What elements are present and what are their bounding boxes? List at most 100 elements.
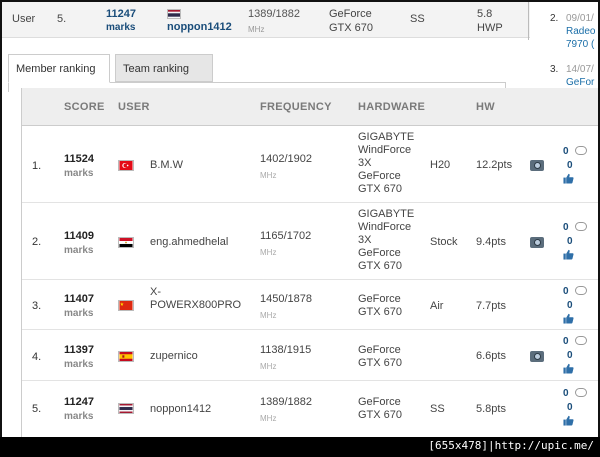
hardware-line: GeForce — [358, 247, 401, 259]
side-link[interactable]: Radeo — [566, 25, 595, 38]
egypt-flag-icon — [118, 237, 134, 248]
score[interactable]: 11247 — [64, 396, 94, 409]
side-rank: 2. — [550, 13, 559, 24]
comment-icon[interactable] — [575, 336, 587, 346]
hardware-cell: GeForce GTX 670 — [358, 344, 424, 370]
thumbs-up-icon[interactable] — [563, 173, 575, 184]
rank: 1. — [32, 160, 42, 172]
hardware-line: GTX 670 — [329, 22, 374, 34]
marks-label: marks — [64, 359, 94, 370]
hardware-line: GeForce — [358, 396, 401, 408]
tab-team-ranking[interactable]: Team ranking — [115, 54, 213, 82]
marks-label: marks — [64, 308, 94, 319]
cooling: SS — [410, 13, 425, 25]
column-header-score[interactable]: SCORE — [64, 101, 105, 113]
comment-icon[interactable] — [575, 286, 587, 296]
like-count: 0 — [567, 236, 573, 247]
score[interactable]: 11397 — [64, 344, 94, 357]
hwp-unit: HWP — [477, 22, 503, 34]
cooling: SS — [430, 403, 445, 415]
ranking-table: SCORE USER FREQUENCY HARDWARE HW 1. 1152… — [21, 88, 600, 437]
user-link[interactable]: eng.ahmedhelal — [150, 236, 228, 249]
frequency: 1402/1902 — [260, 153, 312, 165]
points: 12.2pts — [476, 159, 513, 171]
side-date: 14/07/ — [566, 64, 594, 75]
score[interactable]: 11524 — [64, 153, 94, 166]
marks-label: marks — [64, 245, 94, 256]
mhz-unit: MHz — [260, 248, 277, 257]
comment-icon[interactable] — [575, 388, 587, 398]
side-date: 09/01/ — [566, 13, 594, 24]
tab-member-ranking[interactable]: Member ranking — [8, 54, 110, 83]
thumbs-up-icon[interactable] — [563, 249, 575, 260]
like-count: 0 — [567, 402, 573, 413]
column-header-hardware[interactable]: HARDWARE — [358, 101, 425, 113]
comment-icon[interactable] — [575, 222, 587, 232]
mhz-unit: MHz — [260, 414, 277, 423]
points: 5.8pts — [476, 403, 506, 415]
china-flag-icon — [118, 300, 134, 311]
table-row: 2. 11409 marks eng.ahmedhelal 1165/1702 … — [22, 203, 600, 280]
hardware-line: GTX 670 — [358, 409, 403, 421]
rank: 3. — [32, 300, 42, 312]
comment-count: 0 — [563, 388, 569, 399]
points: 9.4pts — [476, 236, 506, 248]
marks-label: marks — [64, 168, 94, 179]
watermark: [655x478]|http://upic.me/ — [428, 439, 594, 452]
hardware-line: GeForce — [329, 8, 372, 20]
marks-label: marks — [64, 411, 94, 422]
cooling: Stock — [430, 236, 458, 248]
side-ranking-panel: 2. 09/01/ Radeo 7970 ( 3. 14/07/ GeFor — [534, 2, 598, 92]
like-count: 0 — [567, 160, 573, 171]
score[interactable]: 11407 — [64, 293, 94, 306]
thumbs-up-icon[interactable] — [563, 313, 575, 324]
hardware-line: GTX 670 — [358, 357, 403, 369]
marks-label: marks — [106, 22, 136, 33]
mhz-unit: MHz — [248, 25, 265, 34]
hardware-line: WindForce — [358, 221, 412, 233]
frequency: 1389/1882 — [260, 396, 312, 408]
rank: 2. — [32, 236, 42, 248]
rank: 5. — [57, 13, 67, 25]
hardware-line: WindForce — [358, 144, 412, 156]
comment-count: 0 — [563, 286, 569, 297]
comment-count: 0 — [563, 336, 569, 347]
user-link[interactable]: B.M.W — [150, 159, 183, 172]
user-link[interactable]: X- POWERX800PRO — [150, 286, 241, 312]
side-link[interactable]: 7970 ( — [566, 38, 594, 51]
frequency: 1389/1882 — [248, 8, 300, 20]
camera-icon[interactable] — [530, 351, 544, 362]
user-link[interactable]: zupernico — [150, 350, 198, 363]
thailand-flag-icon — [118, 403, 134, 414]
score[interactable]: 11247 — [106, 8, 136, 21]
user-link[interactable]: noppon1412 — [167, 21, 232, 34]
column-header-frequency[interactable]: FREQUENCY — [260, 101, 332, 113]
thumbs-up-icon[interactable] — [563, 363, 575, 374]
mhz-unit: MHz — [260, 171, 277, 180]
camera-icon[interactable] — [530, 160, 544, 171]
user-link[interactable]: noppon1412 — [150, 403, 211, 416]
side-rank: 3. — [550, 64, 559, 75]
hardware-line: GeForce — [358, 293, 401, 305]
mhz-unit: MHz — [260, 362, 277, 371]
score[interactable]: 11409 — [64, 230, 94, 243]
comment-icon[interactable] — [575, 146, 587, 156]
frequency: 1165/1702 — [260, 230, 312, 242]
column-header-hw[interactable]: HW — [476, 101, 495, 113]
frequency: 1450/1878 — [260, 293, 312, 305]
table-row: 4. 11397 marks zupernico 1138/1915 MHz G… — [22, 330, 600, 381]
thumbs-up-icon[interactable] — [563, 415, 575, 426]
hardware-cell: GIGABYTE WindForce 3X GeForce GTX 670 — [358, 208, 424, 273]
hardware-line: 3X — [358, 234, 372, 246]
hardware-line: GTX 670 — [358, 183, 403, 195]
table-row: 5. 11247 marks noppon1412 1389/1882 MHz … — [22, 381, 600, 433]
previous-ranking-row: User 5. 11247 marks noppon1412 1389/1882… — [2, 2, 530, 40]
camera-icon[interactable] — [530, 237, 544, 248]
hardware-cell: GeForce GTX 670 — [358, 293, 424, 319]
hardware-line: 3X — [358, 157, 372, 169]
spain-flag-icon — [118, 351, 134, 362]
points: 5.8 — [477, 8, 493, 20]
cooling: H20 — [430, 159, 451, 171]
mhz-unit: MHz — [260, 311, 277, 320]
column-header-user[interactable]: USER — [118, 101, 150, 113]
